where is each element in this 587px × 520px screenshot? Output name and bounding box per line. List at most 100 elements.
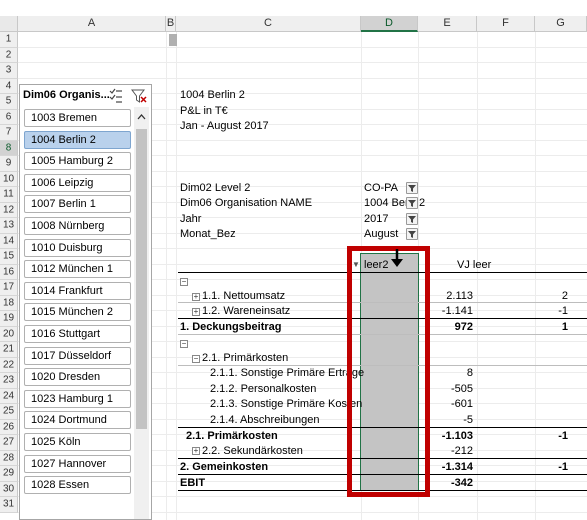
row-header[interactable]: 10: [0, 171, 18, 187]
row-header[interactable]: 23: [0, 373, 18, 389]
slicer-item[interactable]: 1027 Hannover: [24, 454, 131, 473]
slicer-item[interactable]: 1015 München 2: [24, 303, 131, 322]
slicer-item[interactable]: 1004 Berlin 2: [24, 130, 131, 149]
expand-toggle-icon[interactable]: +: [192, 447, 200, 455]
collapse-toggle-icon[interactable]: −: [180, 340, 188, 348]
row-number: 13: [2, 219, 15, 231]
row-header[interactable]: 15: [0, 249, 18, 265]
row-header[interactable]: 9: [0, 156, 18, 172]
row-number: 14: [2, 235, 15, 247]
multi-select-icon[interactable]: [107, 87, 125, 105]
column-header-g[interactable]: G: [535, 16, 587, 32]
column-header-e[interactable]: E: [418, 16, 477, 32]
slicer-item[interactable]: 1003 Bremen: [24, 109, 131, 127]
slicer-item[interactable]: 1012 München 1: [24, 260, 131, 279]
row-number: 12: [2, 204, 15, 216]
slicer-item[interactable]: 1006 Leipzig: [24, 173, 131, 192]
row-header[interactable]: 18: [0, 295, 18, 311]
slicer-item[interactable]: 1024 Dortmund: [24, 411, 131, 430]
filter-label: Dim06 Organisation NAME: [180, 197, 313, 209]
filter-dropdown-icon[interactable]: [406, 213, 418, 225]
expand-toggle-icon[interactable]: +: [192, 293, 200, 301]
row-header[interactable]: 29: [0, 466, 18, 482]
slicer-item[interactable]: 1023 Hamburg 1: [24, 389, 131, 408]
slicer-item[interactable]: 1010 Duisburg: [24, 238, 131, 257]
row-header[interactable]: 14: [0, 233, 18, 249]
clear-filter-icon[interactable]: [130, 87, 148, 105]
column-header-f[interactable]: F: [477, 16, 535, 32]
slicer-scrollbar[interactable]: [134, 107, 149, 519]
scroll-up-icon[interactable]: [134, 111, 149, 123]
slicer-item[interactable]: 1016 Stuttgart: [24, 325, 131, 343]
row-header[interactable]: 30: [0, 481, 18, 497]
filter-dropdown-icon[interactable]: [406, 182, 418, 194]
row-header[interactable]: 27: [0, 435, 18, 451]
annotation-highlight-box: [347, 246, 430, 497]
row-number: 9: [5, 157, 12, 169]
pl-line-value: 2: [561, 290, 568, 302]
row-number: 8: [5, 142, 12, 154]
column-header-b[interactable]: B: [166, 16, 176, 32]
row-number: 30: [2, 483, 15, 495]
row-header[interactable]: 16: [0, 264, 18, 280]
row-number: 22: [2, 359, 15, 371]
row-header[interactable]: 21: [0, 342, 18, 358]
organisation-slicer: Dim06 Organis... 1003 Bremen 1004 Berlin …: [19, 84, 152, 520]
slicer-scroll-thumb[interactable]: [136, 129, 147, 429]
row-number: 24: [2, 390, 15, 402]
slicer-item[interactable]: 1017 Düsseldorf: [24, 346, 131, 365]
row-header[interactable]: 12: [0, 202, 18, 218]
slicer-item[interactable]: 1014 Frankfurt: [24, 281, 131, 300]
slicer-item[interactable]: 1007 Berlin 1: [24, 195, 131, 214]
pl-line-label: 2.1.2. Personalkosten: [210, 383, 317, 395]
filter-value: 2017: [364, 213, 389, 225]
collapse-toggle-icon[interactable]: −: [192, 355, 200, 363]
row-header[interactable]: 11: [0, 187, 18, 203]
column-b-scroll-marker: [169, 34, 177, 46]
row-header[interactable]: 7: [0, 125, 18, 141]
slicer-item[interactable]: 1020 Dresden: [24, 368, 131, 387]
row-header[interactable]: 24: [0, 388, 18, 404]
row-header[interactable]: 19: [0, 311, 18, 327]
row-header[interactable]: 5: [0, 94, 18, 110]
row-header[interactable]: 17: [0, 280, 18, 296]
row-header[interactable]: 13: [0, 218, 18, 234]
select-all-corner[interactable]: [0, 16, 18, 32]
row-header[interactable]: 22: [0, 357, 18, 373]
row-header[interactable]: 26: [0, 419, 18, 435]
filter-dropdown-icon[interactable]: [406, 197, 418, 209]
row-header[interactable]: 8: [0, 140, 18, 156]
slicer-item[interactable]: 1028 Essen: [24, 476, 131, 495]
row-number: 28: [2, 452, 15, 464]
row-header[interactable]: 1: [0, 32, 18, 48]
filter-dropdown-icon[interactable]: [406, 228, 418, 240]
slicer-item[interactable]: 1008 Nürnberg: [24, 217, 131, 235]
pl-line-value: -1: [558, 305, 568, 317]
row-header[interactable]: 31: [0, 497, 18, 513]
report-title: P&L in T€: [180, 105, 228, 117]
row-header[interactable]: 20: [0, 326, 18, 342]
row-header[interactable]: 28: [0, 450, 18, 466]
row-number: 25: [2, 405, 15, 417]
row-header[interactable]: 25: [0, 404, 18, 420]
pl-line-label: 1.1. Nettoumsatz: [202, 290, 286, 302]
expand-toggle-icon[interactable]: +: [192, 308, 200, 316]
gridline: [166, 32, 167, 520]
column-header-c[interactable]: C: [176, 16, 361, 32]
row-number: 2: [5, 49, 12, 61]
row-number: 16: [2, 266, 15, 278]
row-header[interactable]: 6: [0, 109, 18, 125]
gridline: [18, 62, 587, 63]
pl-subtotal-label: 1. Deckungsbeitrag: [180, 321, 282, 333]
collapse-toggle-icon[interactable]: −: [180, 278, 188, 286]
row-header[interactable]: 3: [0, 63, 18, 79]
slicer-item[interactable]: 1025 Köln: [24, 433, 131, 451]
column-header-a[interactable]: A: [18, 16, 166, 32]
row-header[interactable]: 2: [0, 47, 18, 63]
slicer-item[interactable]: 1005 Hamburg 2: [24, 152, 131, 171]
pl-subtotal-label: 2. Gemeinkosten: [180, 461, 269, 473]
column-header-d[interactable]: D: [361, 16, 418, 32]
row-number: 1: [5, 33, 12, 45]
row-header[interactable]: 4: [0, 78, 18, 94]
gridline: [18, 77, 587, 79]
